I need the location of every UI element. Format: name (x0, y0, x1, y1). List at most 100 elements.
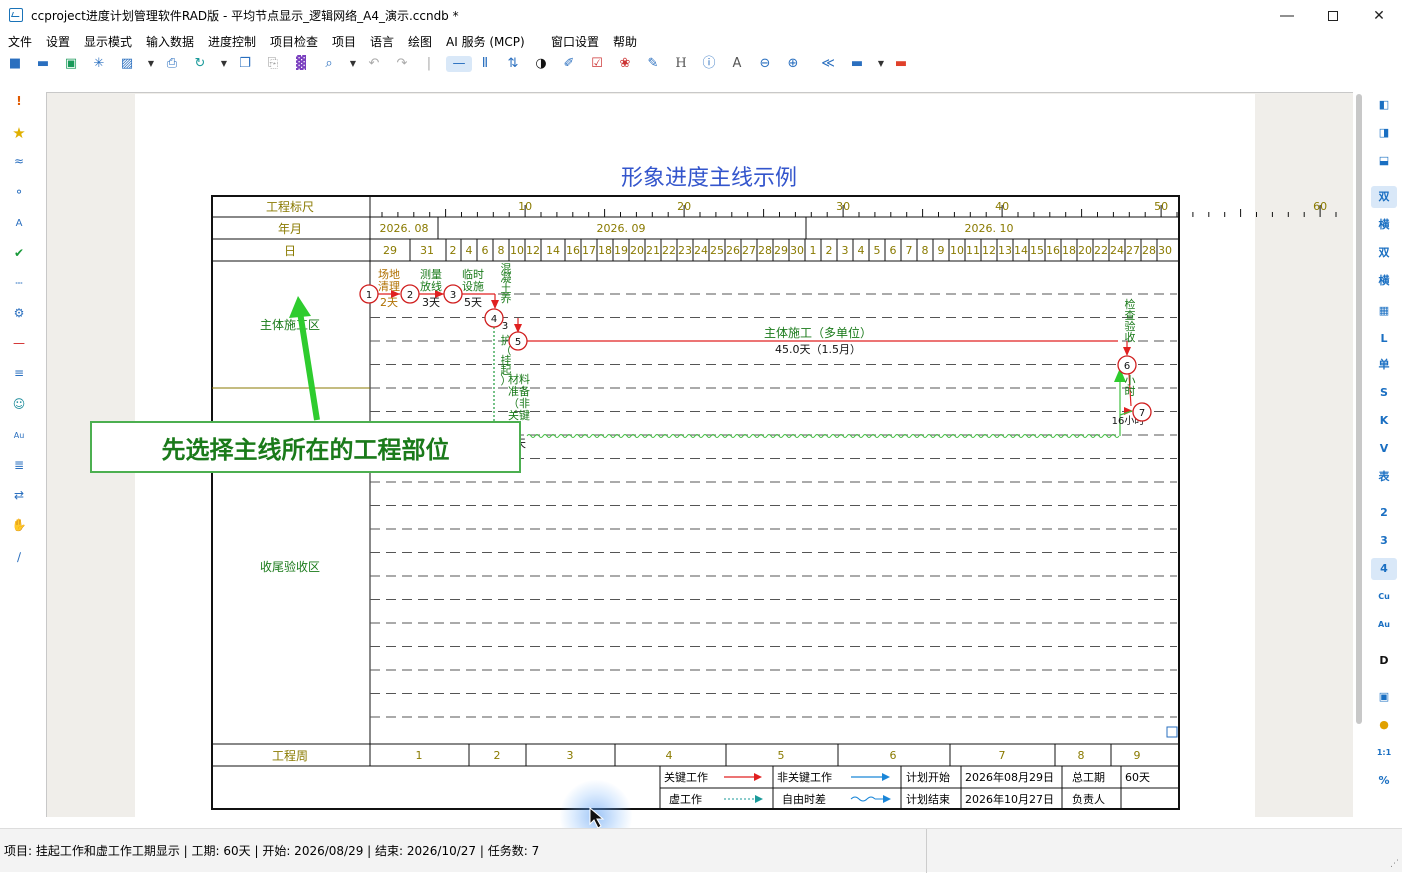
menu-window-settings[interactable]: 窗口设置 (551, 33, 599, 50)
double-code-alt-button[interactable]: 双 (1371, 242, 1397, 264)
title-bar: ccproject进度计划管理软件RAD版 - 平均节点显示_逻辑网络_A4_演… (0, 0, 1402, 31)
level-4-button[interactable]: 4 (1371, 558, 1397, 580)
k-button[interactable]: K (1371, 410, 1397, 432)
percent-button[interactable]: % (1371, 770, 1397, 792)
star-icon[interactable]: ★ (11, 125, 27, 141)
wave-icon[interactable]: ≈ (11, 153, 27, 169)
zoom-out-icon[interactable]: ⊖ (757, 56, 773, 72)
folder-icon[interactable]: ▬ (849, 56, 865, 72)
menu-ai-service[interactable]: AI 服务 (MCP) (446, 33, 525, 50)
open-folder-icon[interactable]: ▬ (35, 56, 51, 72)
check-icon[interactable]: ✔ (11, 245, 27, 261)
palette-icon[interactable]: ❀ (617, 56, 633, 72)
paste-icon[interactable]: ⎘ (265, 56, 281, 72)
table-grid-icon[interactable]: ▦ (1371, 300, 1397, 322)
status-divider (926, 829, 927, 873)
paint-roller-icon[interactable]: ✐ (561, 56, 577, 72)
chevron-down-icon[interactable]: ▼ (216, 56, 232, 72)
horizontal-alt-button[interactable]: 横 (1371, 270, 1397, 292)
v-button[interactable]: V (1371, 438, 1397, 460)
status-bar: 项目: 挂起工作和虚工作工期显示 | 工期: 60天 | 开始: 2026/08… (0, 828, 1402, 873)
users-icon[interactable]: ☺ (11, 396, 27, 412)
menu-bar: 文件 设置 显示模式 输入数据 进度控制 项目检查 项目 语言 绘图 AI 服务… (0, 31, 1402, 51)
close-button[interactable]: ✕ (1356, 0, 1402, 31)
horizontal-button[interactable]: 横 (1371, 214, 1397, 236)
export-image-icon[interactable]: ▨ (119, 56, 135, 72)
redo-icon[interactable]: ↷ (394, 56, 410, 72)
actual-size-button[interactable]: 1:1 (1371, 742, 1397, 764)
sort-list-icon[interactable]: ≡ (11, 365, 27, 381)
warning-icon[interactable]: ! (11, 93, 27, 109)
comment-icon[interactable]: ● (1371, 714, 1397, 736)
chevron-down-icon[interactable]: ▼ (143, 56, 159, 72)
sync-icon[interactable]: ↻ (192, 56, 208, 72)
window-title: ccproject进度计划管理软件RAD版 - 平均节点显示_逻辑网络_A4_演… (31, 9, 459, 23)
red-line-icon[interactable]: — (11, 335, 27, 351)
menu-draw[interactable]: 绘图 (408, 33, 432, 50)
menu-progress-control[interactable]: 进度控制 (208, 33, 256, 50)
refresh-network-icon[interactable]: ✳ (91, 56, 107, 72)
mouse-cursor-icon (589, 806, 605, 829)
separator-icon: | (426, 56, 432, 71)
gear-icon[interactable]: ⚙ (11, 305, 27, 321)
columns-icon[interactable]: Ⅱ (477, 56, 493, 72)
sort-icon[interactable]: ⇅ (505, 56, 521, 72)
link-icon[interactable]: ⚬ (11, 184, 27, 200)
menu-display-mode[interactable]: 显示模式 (84, 33, 132, 50)
l-button[interactable]: L (1371, 328, 1397, 350)
hand-icon[interactable]: ✋ (11, 517, 27, 533)
format-painter-icon[interactable]: ▓ (293, 56, 309, 72)
menu-project[interactable]: 项目 (332, 33, 356, 50)
level-2-button[interactable]: 2 (1371, 502, 1397, 524)
filter-icon[interactable]: ≣ (11, 457, 27, 473)
contrast-icon[interactable]: ◑ (533, 56, 549, 72)
cu-button[interactable]: Cu (1371, 586, 1397, 608)
swap-icon[interactable]: ⇄ (11, 487, 27, 503)
menu-language[interactable]: 语言 (370, 33, 394, 50)
autofit-icon[interactable]: Au (11, 428, 27, 444)
save-icon[interactable]: ▣ (63, 56, 79, 72)
heading-icon[interactable]: H (673, 56, 689, 72)
table-button[interactable]: 表 (1371, 466, 1397, 488)
menu-project-check[interactable]: 项目检查 (270, 33, 318, 50)
red-folder-icon[interactable]: ▬ (893, 56, 909, 72)
menu-help[interactable]: 帮助 (613, 33, 637, 50)
minimize-button[interactable]: ― (1264, 0, 1310, 31)
menu-input-data[interactable]: 输入数据 (146, 33, 194, 50)
frame-icon[interactable]: ▣ (1371, 686, 1397, 708)
dotted-line-icon[interactable]: ┄ (11, 275, 27, 291)
close-icon: ✕ (1373, 7, 1385, 24)
toolbar: ■ ▬ ▣ ✳ ▨ ▼ ⎙ ↻ ▼ ❐ ⎘ ▓ ⌕ ▼ ↶ ↷ | — Ⅱ ⇅ … (0, 51, 1402, 78)
s-button[interactable]: S (1371, 382, 1397, 404)
minimize-icon: ― (1280, 7, 1294, 24)
undo-icon[interactable]: ↶ (366, 56, 382, 72)
layout-left-icon[interactable]: ◧ (1371, 94, 1397, 116)
chevron-down-icon[interactable]: ▼ (873, 56, 889, 72)
layout-right-icon[interactable]: ◨ (1371, 122, 1397, 144)
layout-bottom-icon[interactable]: ⬓ (1371, 150, 1397, 172)
d-button[interactable]: D (1371, 650, 1397, 672)
text-style-icon[interactable]: A (729, 56, 745, 72)
new-file-icon[interactable]: ■ (7, 56, 23, 72)
menu-settings[interactable]: 设置 (46, 33, 70, 50)
copy-icon[interactable]: ❐ (237, 56, 253, 72)
font-size-icon[interactable]: A (11, 216, 27, 232)
single-button[interactable]: 单 (1371, 354, 1397, 376)
double-code-button[interactable]: 双 (1371, 186, 1397, 208)
au-button[interactable]: Au (1371, 614, 1397, 636)
menu-file[interactable]: 文件 (8, 33, 32, 50)
info-icon[interactable]: ⓘ (701, 56, 717, 72)
maximize-button[interactable] (1310, 0, 1356, 31)
collapse-icon[interactable]: ≪ (820, 56, 836, 72)
document-check-icon[interactable]: ☑ (589, 56, 605, 72)
search-icon[interactable]: ⌕ (321, 56, 337, 72)
zoom-in-icon[interactable]: ⊕ (785, 56, 801, 72)
chevron-down-icon[interactable]: ▼ (345, 56, 361, 72)
vertical-scrollbar[interactable] (1356, 94, 1362, 724)
print-icon[interactable]: ⎙ (164, 56, 180, 72)
resize-grip-icon[interactable]: ⋰ (1390, 859, 1399, 869)
magic-wand-icon[interactable]: ∕ (11, 549, 27, 565)
line-mode-icon[interactable]: — (446, 56, 472, 72)
level-3-button[interactable]: 3 (1371, 530, 1397, 552)
edit-note-icon[interactable]: ✎ (645, 56, 661, 72)
